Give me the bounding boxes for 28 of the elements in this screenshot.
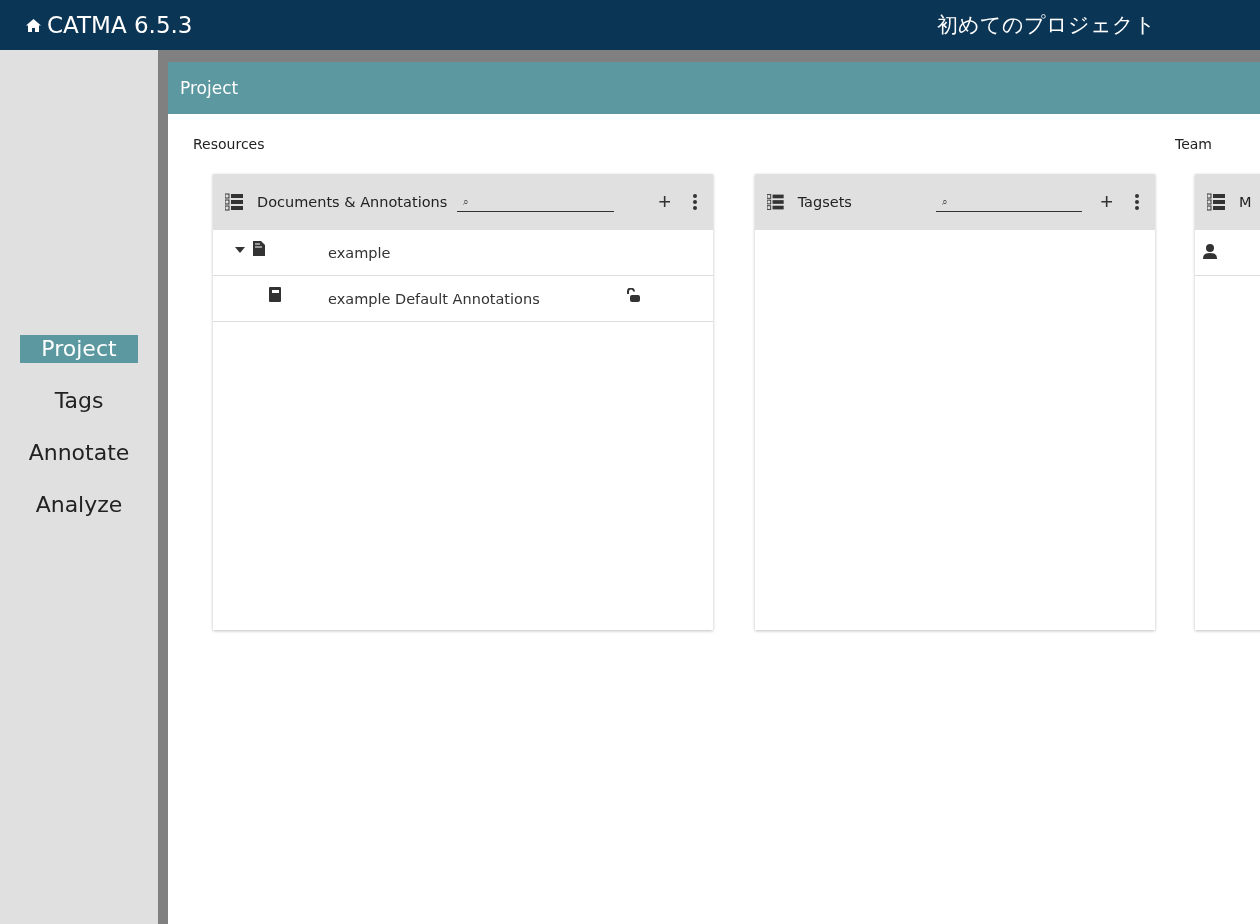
row-label: example: [328, 244, 391, 261]
page-title: Project: [168, 62, 1260, 114]
app-title: CATMA 6.5.3: [47, 12, 193, 38]
unlocked-lock-icon[interactable]: [627, 288, 641, 303]
person-icon: [1203, 244, 1217, 259]
add-button[interactable]: +: [654, 189, 675, 215]
list-icon: [1207, 193, 1225, 211]
caret-icon[interactable]: [235, 246, 245, 254]
section-heading: Resources: [193, 136, 266, 152]
home-icon[interactable]: [26, 18, 41, 32]
nav-item[interactable]: Annotate: [8, 439, 150, 467]
search-field[interactable]: ⌕: [457, 192, 615, 212]
document-icon: [253, 241, 265, 256]
nav-item[interactable]: Tags: [34, 387, 124, 415]
card-title: Tagsets: [797, 194, 852, 210]
card-title: Documents & Annotations: [257, 194, 448, 210]
tree-row[interactable]: example: [213, 230, 713, 276]
search-field[interactable]: ⌕: [935, 192, 1083, 212]
list-icon: [767, 193, 784, 211]
add-button[interactable]: +: [1096, 189, 1117, 215]
notebook-icon: [269, 287, 281, 302]
project-name: 初めてのプロジェクト: [937, 12, 1156, 39]
section-heading: Team: [1175, 136, 1213, 152]
row-label: example Default Annotations: [328, 290, 540, 307]
nav-item[interactable]: Analyze: [15, 491, 143, 519]
list-icon: [225, 193, 243, 211]
card-title: M: [1239, 194, 1252, 210]
tree-row[interactable]: example Default Annotations: [213, 276, 713, 322]
